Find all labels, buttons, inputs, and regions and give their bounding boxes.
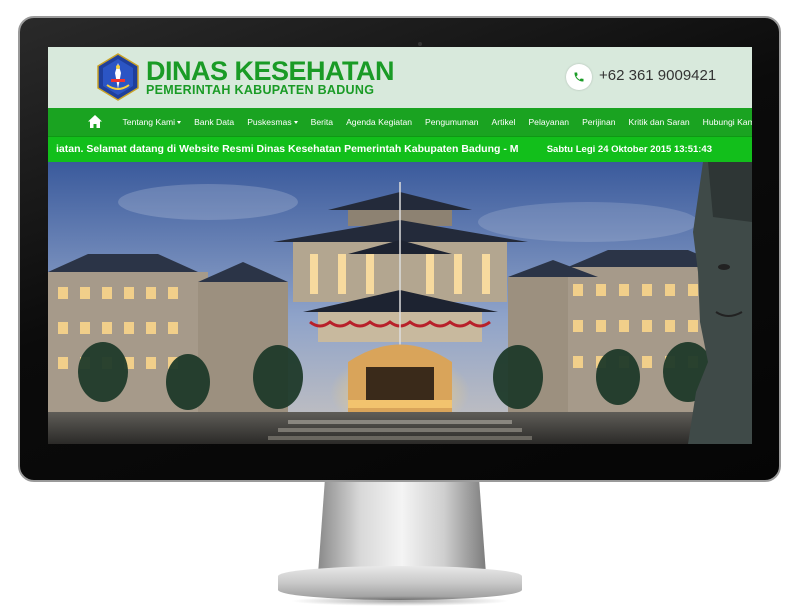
nav-item-label: Agenda Kegiatan [346, 117, 413, 127]
monitor-stand [318, 482, 486, 574]
monitor-stand-base [278, 566, 522, 600]
monitor-screen: DINAS KESEHATAN PEMERINTAH KABUPATEN BAD… [48, 47, 752, 444]
nav-item-label: Bank Data [194, 117, 235, 127]
nav-item-bank-data[interactable]: Bank Data [188, 117, 241, 127]
nav-item-label: Kritik dan Saran [628, 117, 690, 127]
nav-item-label: Tentang Kami [122, 117, 176, 127]
nav-item-label: Hubungi Kami [702, 117, 752, 127]
site-header: DINAS KESEHATAN PEMERINTAH KABUPATEN BAD… [48, 47, 752, 108]
badung-emblem-icon[interactable] [97, 53, 139, 101]
home-icon[interactable] [88, 115, 102, 128]
chevron-down-icon [177, 120, 182, 124]
nav-item-pengumuman[interactable]: Pengumuman [419, 117, 486, 127]
chevron-down-icon [293, 120, 298, 124]
phone-number: +62 361 9009421 [599, 67, 717, 84]
nav-item-label: Pelayanan [528, 117, 570, 127]
nav-item-perijinan[interactable]: Perijinan [576, 117, 622, 127]
nav-item-berita[interactable]: Berita [304, 117, 339, 127]
site-subtitle: PEMERINTAH KABUPATEN BADUNG [146, 83, 375, 97]
nav-item-label: Perijinan [582, 117, 616, 127]
stand-shadow [290, 596, 510, 606]
hero-image [48, 162, 752, 444]
ticker-datetime: Sabtu Legi 24 Oktober 2015 13:51:43 [546, 144, 712, 155]
news-ticker: iatan. Selamat datang di Website Resmi D… [48, 136, 752, 163]
nav-item-puskesmas[interactable]: Puskesmas [241, 117, 304, 127]
nav-item-agenda-kegiatan[interactable]: Agenda Kegiatan [340, 117, 419, 127]
nav-item-tentang-kami[interactable]: Tentang Kami [116, 117, 188, 127]
phone-icon [566, 64, 592, 90]
nav-item-kritik-dan-saran[interactable]: Kritik dan Saran [622, 117, 696, 127]
nav-item-label: Pengumuman [425, 117, 479, 127]
nav-item-label: Puskesmas [247, 117, 292, 127]
nav-item-pelayanan[interactable]: Pelayanan [522, 117, 576, 127]
webcam-icon [418, 42, 422, 46]
nav-item-label: Berita [310, 117, 334, 127]
nav-item-artikel[interactable]: Artikel [485, 117, 522, 127]
ticker-text: iatan. Selamat datang di Website Resmi D… [56, 143, 519, 155]
nav-item-label: Artikel [491, 117, 516, 127]
main-navigation: Tentang Kami Bank Data Puskesmas Berita … [48, 108, 752, 136]
nav-item-hubungi-kami[interactable]: Hubungi Kami [696, 117, 752, 127]
